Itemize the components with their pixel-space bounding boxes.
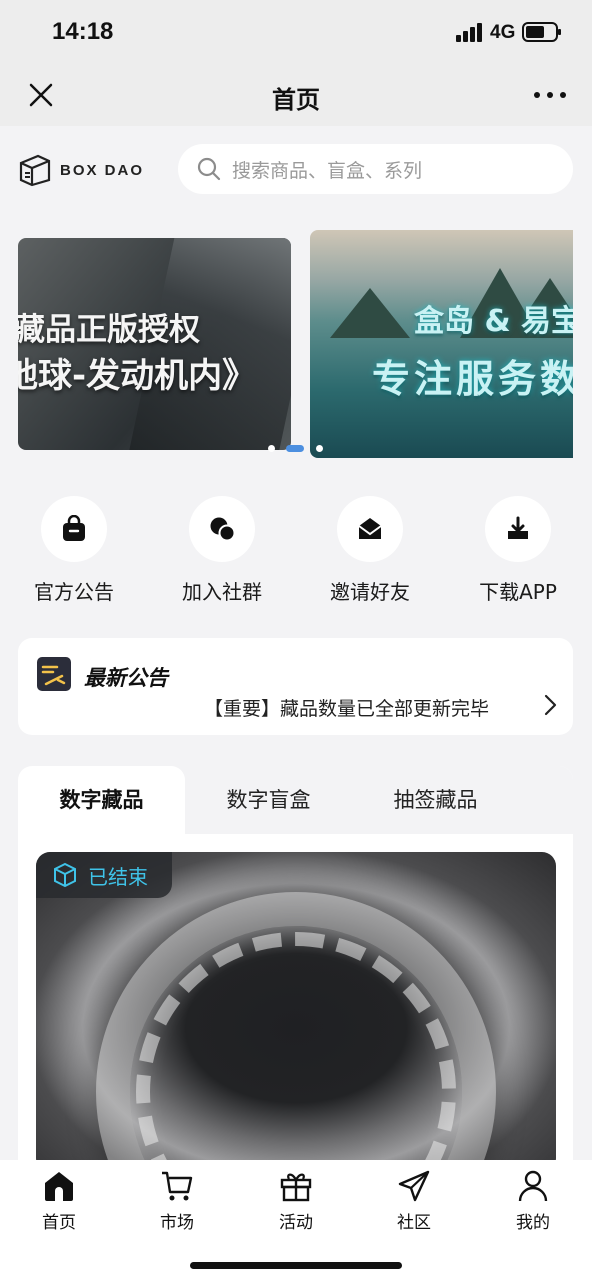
tab-lottery-collectibles[interactable]: 抽签藏品 (352, 766, 519, 834)
search-placeholder: 搜索商品、盲盒、系列 (232, 159, 423, 182)
collectible-card[interactable]: 已结束 (36, 852, 556, 1160)
logo: BOX DAO (18, 150, 163, 190)
user-icon (518, 1170, 548, 1202)
tabbar-label: 我的 (516, 1213, 550, 1233)
page-title: 首页 (272, 86, 320, 114)
search-icon (197, 157, 221, 181)
quick-action-icon-wrap (189, 496, 255, 562)
quick-action-label: 官方公告 (34, 580, 114, 604)
banner-2-mountain (330, 288, 410, 338)
announcement-icon (37, 657, 71, 691)
logo-text: BOX DAO (60, 161, 145, 179)
signal-icon (456, 23, 482, 42)
cart-icon (162, 1171, 193, 1201)
tab-strip: 数字藏品 数字盲盒 抽签藏品 (18, 766, 573, 834)
download-icon (508, 516, 528, 539)
announcement-card[interactable]: 最新公告 【重要】藏品数量已全部更新完毕 (18, 638, 573, 735)
quick-action-label: 加入社群 (182, 580, 262, 604)
bag-icon (63, 515, 85, 541)
tabbar-label: 市场 (160, 1213, 194, 1233)
quick-actions: 官方公告 加入社群 邀请好友 下载APP (0, 496, 592, 616)
network-label: 4G (490, 22, 516, 43)
quick-action-join-community[interactable]: 加入社群 (148, 496, 296, 605)
quick-action-invite-friends[interactable]: 邀请好友 (296, 496, 444, 605)
quick-action-label: 邀请好友 (330, 580, 410, 604)
announcement-title: 最新公告 (84, 666, 168, 690)
gift-icon (280, 1173, 312, 1202)
box-logo-icon (19, 154, 51, 187)
home-indicator (190, 1262, 402, 1269)
nav-bar: 首页 (0, 64, 592, 126)
tabbar-item-mine[interactable]: 我的 (474, 1168, 592, 1233)
banner-1-line2: 地球-发动机内》 (18, 356, 257, 396)
tabbar-item-community[interactable]: 社区 (355, 1168, 473, 1233)
status-bar: 14:18 4G (0, 0, 592, 64)
carousel-dot-active[interactable] (286, 445, 304, 452)
status-badge: 已结束 (36, 852, 172, 898)
banner-slide-2[interactable]: 盒岛 & 易宝 专注服务数 (310, 230, 573, 458)
quick-action-label: 下载APP (479, 580, 557, 604)
tabbar-item-activity[interactable]: 活动 (237, 1168, 355, 1233)
tabbar-label: 社区 (397, 1213, 431, 1233)
send-icon (398, 1170, 430, 1202)
chat-icon (210, 517, 236, 542)
status-text: 已结束 (88, 864, 148, 889)
tabbar-label: 活动 (279, 1213, 313, 1233)
more-icon[interactable] (532, 86, 568, 104)
quick-action-icon-wrap (337, 496, 403, 562)
battery-icon (522, 22, 561, 42)
cube-icon (54, 862, 76, 888)
envelope-icon (358, 518, 382, 539)
search-input[interactable]: 搜索商品、盲盒、系列 (178, 144, 573, 194)
banner-2-line1: 盒岛 & 易宝 (414, 304, 573, 339)
chevron-right-icon (544, 694, 557, 716)
quick-action-icon-wrap (41, 496, 107, 562)
tab-digital-blind-box[interactable]: 数字盲盒 (185, 766, 352, 834)
quick-action-download-app[interactable]: 下载APP (444, 496, 592, 605)
collection-panel: 数字藏品 数字盲盒 抽签藏品 已结束 (18, 766, 573, 1160)
tabbar-item-market[interactable]: 市场 (118, 1168, 236, 1233)
tab-digital-collectibles[interactable]: 数字藏品 (18, 766, 185, 834)
announcement-text: 【重要】藏品数量已全部更新完毕 (204, 698, 490, 720)
carousel-dot[interactable] (316, 445, 323, 452)
tabbar-label: 首页 (42, 1213, 76, 1233)
banner-2-line2: 专注服务数 (372, 357, 573, 401)
quick-action-announcement[interactable]: 官方公告 (0, 496, 148, 605)
home-icon (45, 1172, 73, 1201)
carousel-dots (268, 444, 328, 454)
status-time: 14:18 (52, 18, 114, 45)
carousel-dot[interactable] (268, 445, 275, 452)
tabbar-item-home[interactable]: 首页 (0, 1168, 118, 1233)
quick-action-icon-wrap (485, 496, 551, 562)
banner-1-line1: 藏品正版授权 (18, 312, 200, 348)
banner-slide-1[interactable]: 藏品正版授权 地球-发动机内》 (18, 238, 291, 450)
